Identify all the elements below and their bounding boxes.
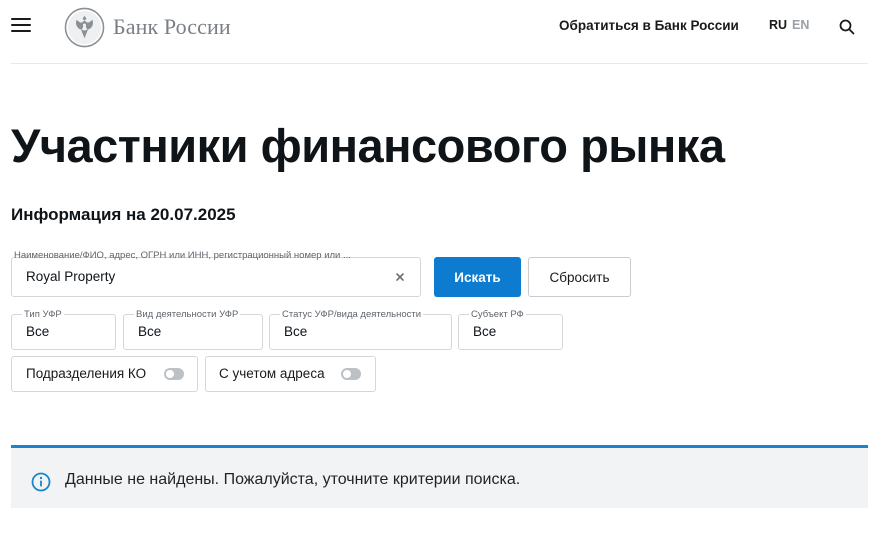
region-label: Субъект РФ <box>469 309 526 320</box>
header-divider <box>11 63 868 64</box>
lang-en-link[interactable]: EN <box>792 18 809 32</box>
contact-bank-link[interactable]: Обратиться в Банк России <box>559 18 739 33</box>
no-results-alert: Данные не найдены. Пожалуйста, уточните … <box>11 445 868 508</box>
search-button[interactable]: Искать <box>434 257 521 297</box>
search-icon[interactable] <box>839 19 855 35</box>
address-toggle-label: С учетом адреса <box>219 366 325 381</box>
double-headed-eagle-icon <box>64 7 105 47</box>
search-input-label: Наименование/ФИО, адрес, ОГРН или ИНН, р… <box>14 250 351 261</box>
info-icon <box>31 472 51 492</box>
region-value: Все <box>473 324 497 339</box>
logo-text: Банк России <box>113 14 231 39</box>
ufr-type-value: Все <box>26 324 50 339</box>
activity-type-label: Вид деятельности УФР <box>134 309 241 320</box>
reset-button[interactable]: Сбросить <box>528 257 631 297</box>
clear-icon[interactable] <box>394 271 406 283</box>
menu-icon[interactable] <box>11 18 31 32</box>
status-label: Статус УФР/вида деятельности <box>280 309 424 320</box>
alert-message: Данные не найдены. Пожалуйста, уточните … <box>65 471 521 488</box>
info-date-heading: Информация на 20.07.2025 <box>11 205 236 224</box>
ko-divisions-label: Подразделения КО <box>26 366 147 381</box>
activity-type-value: Все <box>138 324 162 339</box>
ko-divisions-switch[interactable] <box>164 368 184 380</box>
address-switch[interactable] <box>341 368 361 380</box>
status-value: Все <box>284 324 308 339</box>
search-input-value[interactable]: Royal Property <box>26 269 115 284</box>
site-header: Банк России Обратиться в Банк России RU … <box>0 0 881 64</box>
page-title: Участники финансового рынка <box>11 119 725 172</box>
bank-logo[interactable]: Банк России <box>64 6 231 48</box>
lang-ru-link[interactable]: RU <box>769 18 787 32</box>
ufr-type-label: Тип УФР <box>22 309 64 320</box>
